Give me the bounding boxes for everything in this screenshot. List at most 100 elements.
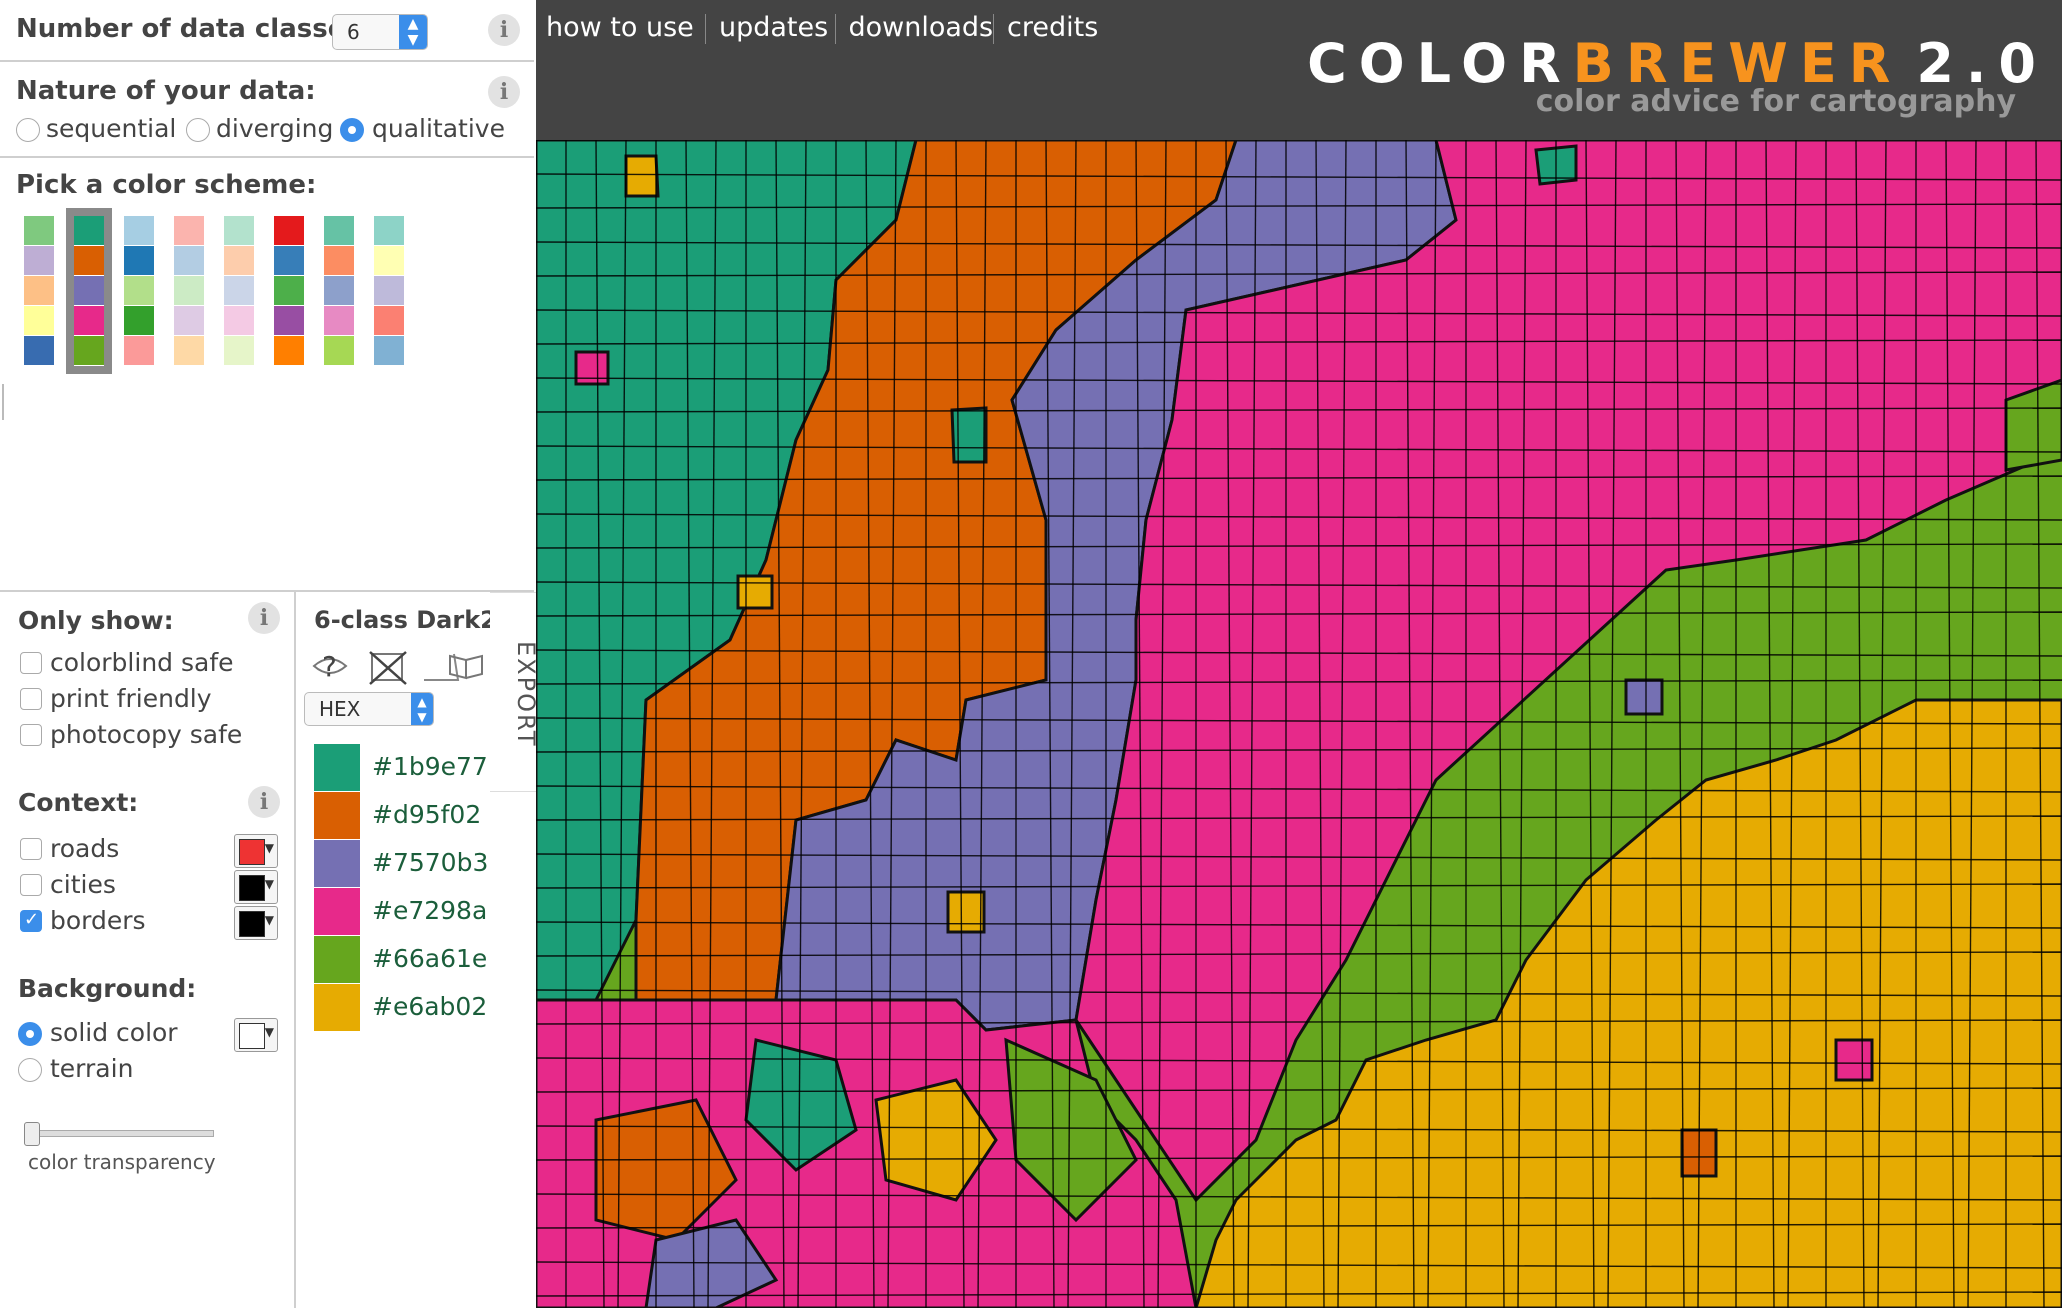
transparency-slider-handle[interactable]: [24, 1122, 40, 1146]
data-classes-value: 6: [347, 20, 360, 44]
scheme-color-swatch: [274, 276, 304, 305]
scheme-color-swatch: [124, 246, 154, 275]
scheme-option[interactable]: [24, 216, 54, 366]
scheme-option[interactable]: [274, 216, 304, 366]
scheme-title: 6-class Dark2: [314, 606, 497, 634]
radio-sequential[interactable]: [16, 118, 40, 142]
radio-terrain[interactable]: [18, 1058, 42, 1082]
color-list-item[interactable]: #d95f02: [314, 792, 514, 840]
scheme-option[interactable]: [374, 216, 404, 366]
color-hex-label: #d95f02: [372, 800, 482, 829]
dropdown-arrow-icon: ▼: [264, 1025, 274, 1039]
book-icon[interactable]: [448, 652, 488, 682]
nav-link-downloads[interactable]: downloads: [849, 12, 994, 43]
data-nature-label: Nature of your data:: [16, 76, 316, 106]
map-view[interactable]: [536, 140, 2062, 1308]
color-swatch: [239, 875, 265, 901]
colorblind-question-icon[interactable]: ?: [312, 650, 348, 683]
nav-link-credits[interactable]: credits: [1007, 12, 1098, 43]
scheme-color-swatch: [124, 306, 154, 335]
checkbox-colorblind-safe[interactable]: [20, 652, 42, 674]
nav-link-updates[interactable]: updates: [719, 12, 828, 43]
scheme-color-swatch: [224, 216, 254, 245]
color-swatch: [239, 911, 265, 937]
checkbox-label-photocopy-safe: photocopy safe: [50, 720, 243, 749]
color-swatch: [314, 888, 360, 935]
nav-separator: [993, 14, 994, 44]
radio-diverging[interactable]: [186, 118, 210, 142]
scheme-color-swatch: [74, 336, 104, 365]
scheme-option[interactable]: [224, 216, 254, 366]
background-color-picker[interactable]: ▼: [234, 1018, 278, 1052]
scheme-picker-section: Pick a color scheme:: [0, 156, 534, 590]
color-swatch: [239, 839, 265, 865]
info-icon[interactable]: i: [248, 602, 280, 634]
scheme-color-swatch: [224, 246, 254, 275]
cities-color-picker[interactable]: ▼: [234, 870, 278, 904]
scheme-color-swatch: [324, 246, 354, 275]
radio-qualitative[interactable]: [340, 118, 364, 142]
transparency-slider-track[interactable]: [28, 1130, 214, 1137]
data-classes-select[interactable]: 6 ▲ ▼: [332, 14, 428, 50]
scheme-color-swatch: [274, 306, 304, 335]
color-hex-label: #e6ab02: [372, 992, 488, 1021]
checkbox-photocopy-safe[interactable]: [20, 724, 42, 746]
scheme-color-swatch: [174, 336, 204, 365]
info-icon[interactable]: i: [488, 76, 520, 108]
scheme-color-swatch: [224, 276, 254, 305]
scheme-color-swatch: [224, 306, 254, 335]
color-swatch: [314, 936, 360, 983]
color-list-item[interactable]: #e7298a: [314, 888, 514, 936]
scheme-color-swatch: [224, 336, 254, 365]
checkbox-borders[interactable]: [20, 909, 42, 932]
region-pink-patch-southeast: [1834, 1038, 1874, 1082]
scheme-color-swatch: [324, 306, 354, 335]
color-list-item[interactable]: #66a61e: [314, 936, 514, 984]
scheme-color-swatch: [324, 276, 354, 305]
dropdown-arrow-icon: ▼: [264, 913, 274, 927]
scheme-color-swatch: [124, 216, 154, 245]
transparency-label: color transparency: [28, 1150, 216, 1174]
scheme-color-swatch: [324, 336, 354, 365]
scheme-color-swatch: [374, 306, 404, 335]
color-list-item[interactable]: #1b9e77: [314, 744, 514, 792]
checkbox-label-cities: cities: [50, 870, 116, 899]
format-select[interactable]: HEX ▲ ▼: [304, 692, 434, 726]
tagline: color advice for cartography: [1535, 84, 2016, 119]
roads-color-picker[interactable]: ▼: [234, 834, 278, 868]
color-list-item[interactable]: #7570b3: [314, 840, 514, 888]
scheme-color-swatch: [74, 306, 104, 335]
scheme-color-swatch: [274, 336, 304, 365]
scheme-option[interactable]: [174, 216, 204, 366]
data-classes-label: Number of data classes:: [16, 14, 372, 44]
scheme-color-swatch: [174, 246, 204, 275]
scheme-option[interactable]: [324, 216, 354, 366]
checkbox-print-friendly[interactable]: [20, 688, 42, 710]
print-crossed-icon[interactable]: [369, 651, 407, 685]
select-arrows-icon: ▲ ▼: [411, 693, 433, 725]
scheme-option[interactable]: [66, 208, 112, 374]
region-teal-patch-central: [950, 406, 988, 464]
radio-solid-color[interactable]: [18, 1022, 42, 1046]
scheme-color-swatch: [24, 336, 54, 365]
scheme-color-swatch: [374, 276, 404, 305]
resize-handle[interactable]: [2, 384, 4, 420]
nav-separator: [834, 14, 836, 44]
county-map[interactable]: [536, 140, 2062, 1308]
color-list-item[interactable]: #e6ab02: [314, 984, 514, 1032]
checkbox-cities[interactable]: [20, 874, 42, 896]
dropdown-arrow-icon: ▼: [264, 841, 274, 855]
borders-color-picker[interactable]: ▼: [234, 906, 278, 940]
color-hex-label: #66a61e: [372, 944, 488, 973]
region-yellow-patch-central: [946, 890, 986, 934]
radio-label-terrain: terrain: [50, 1054, 134, 1083]
info-icon[interactable]: i: [248, 786, 280, 818]
checkbox-roads[interactable]: [20, 838, 42, 860]
color-hex-label: #7570b3: [372, 848, 489, 877]
options-column: Only show: i colorblind safe print frien…: [0, 592, 296, 1308]
color-swatch: [314, 984, 360, 1031]
scheme-color-swatch: [174, 216, 204, 245]
scheme-option[interactable]: [124, 216, 154, 366]
nav-link-how-to-use[interactable]: how to use: [546, 12, 694, 43]
info-icon[interactable]: i: [488, 14, 520, 46]
